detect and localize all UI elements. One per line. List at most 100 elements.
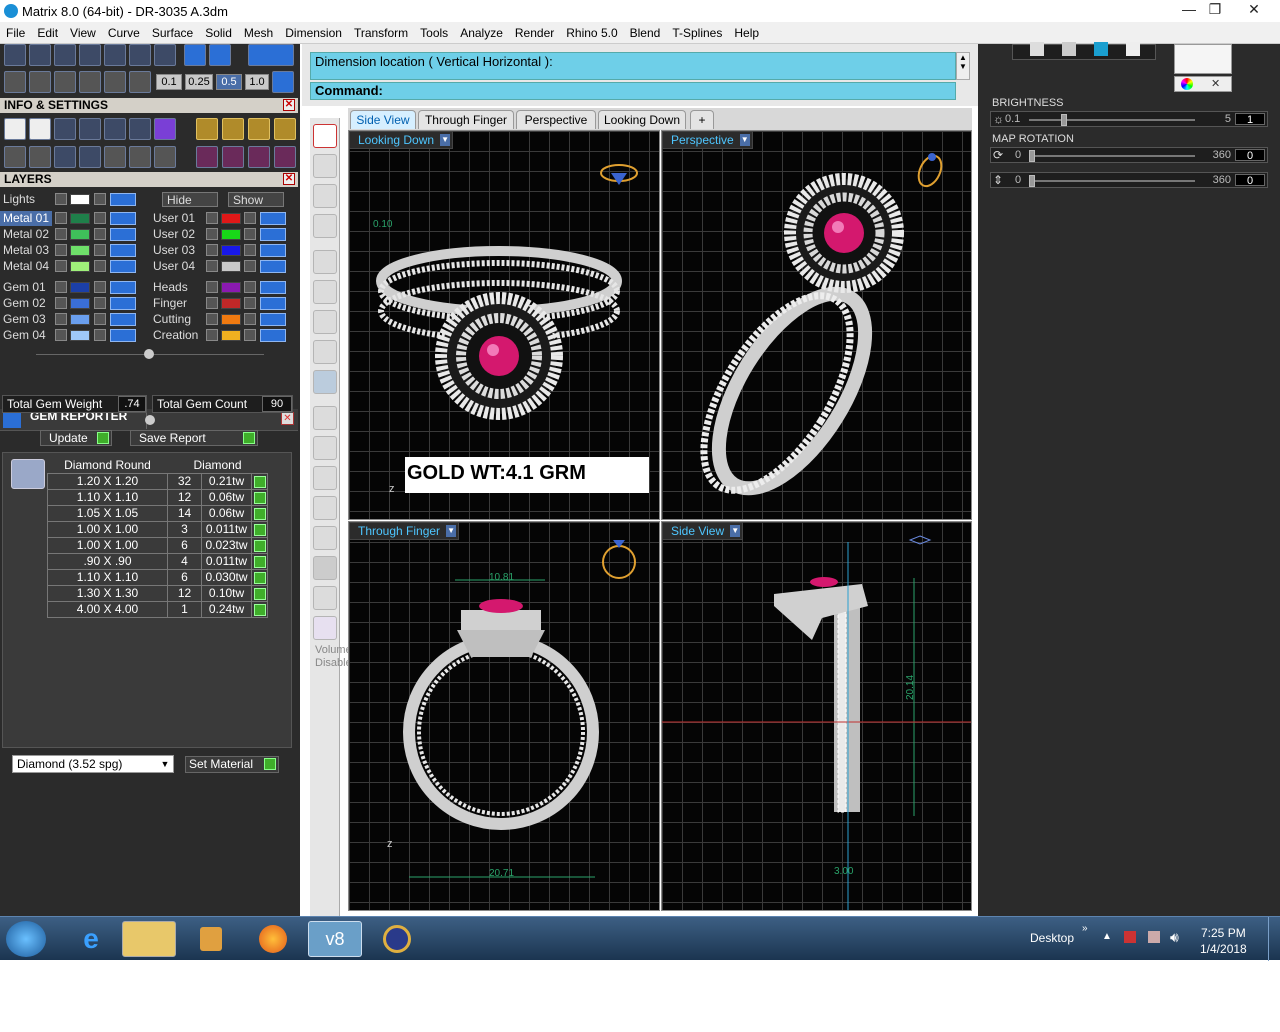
viewport-label[interactable]: Perspective ▼ xyxy=(662,131,753,149)
ring-app-icon[interactable] xyxy=(370,921,424,957)
menu-file[interactable]: File xyxy=(0,26,31,40)
lock-icon[interactable] xyxy=(94,297,106,309)
rotate-view-icon[interactable] xyxy=(313,154,337,178)
menu-curve[interactable]: Curve xyxy=(102,26,146,40)
maximize-button[interactable]: ❐ xyxy=(1202,0,1228,20)
table-row[interactable]: .90 X .90 4 0.011tw xyxy=(47,552,268,570)
box-side-icon[interactable] xyxy=(313,340,337,364)
edit-icon[interactable] xyxy=(129,118,151,140)
globe-icon[interactable] xyxy=(313,184,337,208)
layer-name[interactable]: Metal 03 xyxy=(0,243,52,258)
collapse-icon[interactable] xyxy=(144,349,154,359)
expand-arrow-icon[interactable] xyxy=(206,329,218,341)
menu-mesh[interactable]: Mesh xyxy=(238,26,279,40)
lock-icon[interactable] xyxy=(244,212,256,224)
snap-point-icon[interactable] xyxy=(79,44,101,66)
lock-icon[interactable] xyxy=(244,228,256,240)
media-player-icon[interactable] xyxy=(184,921,238,957)
save-report-button[interactable]: Save Report xyxy=(130,430,258,446)
filter-icon[interactable] xyxy=(104,146,126,168)
menu-surface[interactable]: Surface xyxy=(146,26,199,40)
layer-name[interactable]: Creation xyxy=(150,328,206,343)
layer-color[interactable] xyxy=(221,282,241,293)
settings-icon[interactable] xyxy=(4,118,26,140)
gem-select-button[interactable] xyxy=(251,568,268,586)
box-persp-icon[interactable] xyxy=(313,370,337,394)
expand-arrow-icon[interactable] xyxy=(206,260,218,272)
layer-visible-toggle[interactable] xyxy=(110,297,136,310)
walk-icon[interactable] xyxy=(313,586,337,610)
mirror-icon[interactable] xyxy=(196,146,218,168)
slider-value[interactable]: 1 xyxy=(1235,113,1265,126)
menu-dimension[interactable]: Dimension xyxy=(279,26,348,40)
paint-icon[interactable] xyxy=(313,526,337,550)
gem-select-button[interactable] xyxy=(251,520,268,538)
matte-icon[interactable] xyxy=(1030,42,1044,56)
layer-visible-toggle[interactable] xyxy=(110,260,136,273)
layer-color[interactable] xyxy=(70,245,90,256)
brightness-slider[interactable]: ☼ 0.1 5 1 xyxy=(990,111,1268,127)
snap-value-025[interactable]: 0.25 xyxy=(185,74,213,90)
layer-color[interactable] xyxy=(221,229,241,240)
layer-color[interactable] xyxy=(70,282,90,293)
snap-value-05[interactable]: 0.5 xyxy=(216,74,242,90)
expand-arrow-icon[interactable] xyxy=(55,313,67,325)
lights-color[interactable] xyxy=(70,194,90,205)
render-icon[interactable] xyxy=(196,118,218,140)
layers-icon[interactable] xyxy=(54,118,76,140)
viewport-label[interactable]: Through Finger ▼ xyxy=(349,522,460,540)
layer-name[interactable]: User 03 xyxy=(150,243,206,258)
grid-snap-icon[interactable] xyxy=(272,71,294,93)
layer-name[interactable]: Heads xyxy=(150,280,206,295)
map-rotation-slider-2[interactable]: ⇕ 0 360 0 xyxy=(990,172,1268,188)
lock-icon[interactable] xyxy=(244,260,256,272)
chevron-icon[interactable]: » xyxy=(1082,923,1088,934)
table-row[interactable]: 1.10 X 1.10 12 0.06tw xyxy=(47,488,268,506)
rotate-icon[interactable] xyxy=(248,146,270,168)
environment-thumbnail[interactable] xyxy=(1174,44,1232,74)
map-rotation-slider-1[interactable]: ⟳ 0 360 0 xyxy=(990,147,1268,163)
material-icon[interactable] xyxy=(154,118,176,140)
pen-icon[interactable] xyxy=(54,71,76,93)
lock-icon[interactable] xyxy=(244,244,256,256)
expand-arrow-icon[interactable] xyxy=(206,281,218,293)
layer-name[interactable]: User 02 xyxy=(150,227,206,242)
monitor-icon[interactable] xyxy=(29,146,51,168)
cube-icon[interactable] xyxy=(79,118,101,140)
layer-visible-toggle[interactable] xyxy=(110,212,136,225)
expand-arrow-icon[interactable] xyxy=(206,244,218,256)
expand-arrow-icon[interactable] xyxy=(55,281,67,293)
viewport-perspective[interactable]: Perspective ▼ xyxy=(661,130,972,520)
gumball-off-icon[interactable] xyxy=(313,466,337,490)
shade-icon[interactable] xyxy=(29,71,51,93)
flag-icon[interactable] xyxy=(1124,931,1136,943)
table-row[interactable]: 4.00 X 4.00 1 0.24tw xyxy=(47,600,268,618)
layer-visible-toggle[interactable] xyxy=(110,228,136,241)
tab-through-finger[interactable]: Through Finger xyxy=(418,110,514,129)
lock-icon[interactable] xyxy=(94,193,106,205)
layer-visible-toggle[interactable] xyxy=(110,313,136,326)
layer-color[interactable] xyxy=(221,261,241,272)
box-top-icon[interactable] xyxy=(313,280,337,304)
close-button[interactable]: ✕ xyxy=(1240,0,1268,20)
eyedropper-icon[interactable] xyxy=(313,436,337,460)
hide-button[interactable]: Hide xyxy=(162,192,218,207)
layer-name[interactable]: User 04 xyxy=(150,259,206,274)
table-row[interactable]: 1.20 X 1.20 32 0.21tw xyxy=(47,472,268,490)
layer-name[interactable]: Cutting xyxy=(150,312,206,327)
slider-value[interactable]: 0 xyxy=(1235,174,1265,187)
close-icon[interactable]: ✕ xyxy=(283,99,295,111)
layer-visible-toggle[interactable] xyxy=(110,329,136,342)
gem-select-button[interactable] xyxy=(251,504,268,522)
material-select[interactable]: Diamond (3.52 spg) ▼ xyxy=(12,755,174,773)
tab-perspective[interactable]: Perspective xyxy=(516,110,596,129)
firefox-icon[interactable] xyxy=(246,921,300,957)
layer-color[interactable] xyxy=(70,314,90,325)
cursor-icon[interactable] xyxy=(129,71,151,93)
layer-color[interactable] xyxy=(221,330,241,341)
network-icon[interactable] xyxy=(1148,931,1160,943)
lock-icon[interactable] xyxy=(94,313,106,325)
snap-value-01[interactable]: 0.1 xyxy=(156,74,182,90)
gem-select-button[interactable] xyxy=(251,552,268,570)
layer-visible-toggle[interactable] xyxy=(260,297,286,310)
